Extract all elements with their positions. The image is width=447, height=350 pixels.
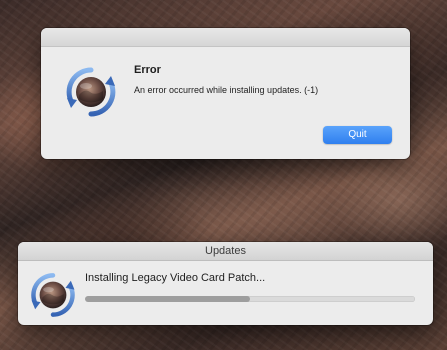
update-status-text: Installing Legacy Video Card Patch... <box>85 272 266 284</box>
update-cycle-icon <box>63 64 119 120</box>
error-dialog: Error An error occurred while installing… <box>41 28 410 159</box>
update-cycle-icon <box>28 270 78 320</box>
error-title: Error <box>134 64 161 76</box>
error-dialog-titlebar[interactable] <box>41 28 410 47</box>
updates-window: Updates Installing Legacy Video Card Pat… <box>18 242 433 325</box>
progress-bar-fill <box>85 296 250 302</box>
error-message: An error occurred while installing updat… <box>134 85 319 95</box>
quit-button[interactable]: Quit <box>323 126 392 144</box>
updates-window-title[interactable]: Updates <box>18 242 433 261</box>
progress-bar <box>85 296 415 302</box>
